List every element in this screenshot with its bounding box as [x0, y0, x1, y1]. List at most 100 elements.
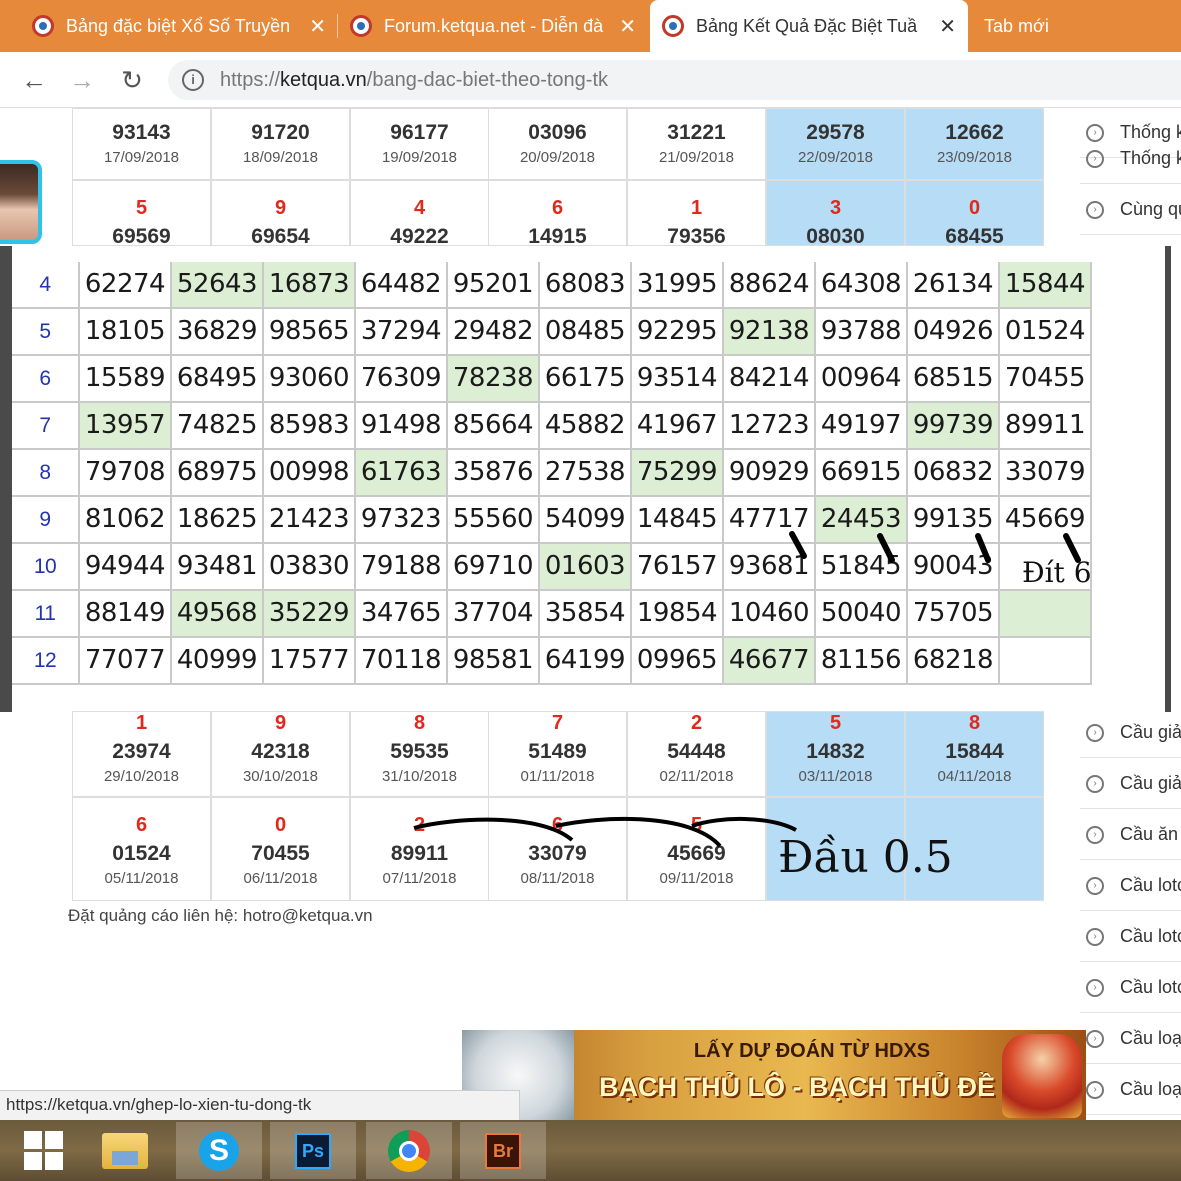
head-digit: 1	[135, 712, 148, 734]
table-cell: 40999	[172, 638, 264, 685]
sidebar-link[interactable]: › Cầu ăn 2	[1080, 810, 1181, 860]
result-cell[interactable]: 1 79356	[627, 180, 766, 248]
result-cell[interactable]: 1 23974 29/10/2018	[72, 711, 211, 797]
result-cell[interactable]: 12662 23/09/2018	[905, 108, 1044, 180]
draw-date: 03/11/2018	[798, 768, 873, 785]
sidebar-link[interactable]: › Cầu loại	[1080, 1014, 1181, 1064]
special-number: 12662	[945, 121, 1004, 144]
sidebar-link[interactable]: › Thống k	[1080, 134, 1181, 184]
table-cell: 62274	[80, 262, 172, 309]
back-arrow-icon[interactable]: ←	[16, 62, 52, 98]
result-cell[interactable]: 4 49222	[350, 180, 489, 248]
photoshop-icon: Ps	[295, 1132, 331, 1169]
table-cell: 77077	[80, 638, 172, 685]
tab-3-active[interactable]: Bảng Kết Quả Đặc Biệt Tuầ ✕	[650, 0, 968, 52]
result-cell[interactable]: 2 89911 07/11/2018	[350, 797, 489, 901]
sidebar-link[interactable]: › Cầu lotc	[1080, 963, 1181, 1013]
tab-new-title: Tab mới	[984, 15, 1049, 36]
result-cell[interactable]: 6 33079 08/11/2018	[488, 797, 627, 901]
result-cell[interactable]: 6 01524 05/11/2018	[72, 797, 211, 901]
table-cell: 68495	[172, 356, 264, 403]
result-cell[interactable]: 29578 22/09/2018	[766, 108, 905, 180]
banner-line-1: LẤY DỰ ĐOÁN TỪ HDXS	[693, 1040, 931, 1062]
special-number: 01524	[112, 842, 171, 865]
circle-arrow-icon: ›	[1086, 927, 1104, 946]
site-info-icon[interactable]: i	[182, 69, 204, 91]
special-number: 33079	[528, 842, 587, 865]
sidebar-link[interactable]: › Cầu lotc	[1080, 861, 1181, 911]
table-cell: 45882	[540, 403, 632, 450]
taskbar-explorer[interactable]	[82, 1122, 168, 1179]
taskbar-photoshop[interactable]: Ps	[270, 1122, 356, 1179]
special-number: 54448	[667, 740, 726, 763]
table-cell: 01524	[1000, 309, 1092, 356]
row-index: 10	[12, 544, 80, 591]
result-cell[interactable]: 0 68455	[905, 180, 1044, 248]
address-bar[interactable]: i https:// ketqua.vn /bang-dac-biet-theo…	[168, 60, 1181, 100]
start-button[interactable]	[0, 1122, 86, 1179]
result-cell[interactable]: 5 14832 03/11/2018	[766, 711, 905, 797]
prediction-banner[interactable]: LẤY DỰ ĐOÁN TỪ HDXS BẠCH THỦ LÔ - BẠCH T…	[462, 1030, 1086, 1120]
table-cell: 99739	[908, 403, 1000, 450]
result-cell[interactable]: 2 54448 02/11/2018	[627, 711, 766, 797]
table-cell: 15844	[1000, 262, 1092, 309]
head-digit: 6	[551, 814, 564, 836]
table-cell: 24453	[816, 497, 908, 544]
result-cell[interactable]: 9 69654	[211, 180, 350, 248]
tab-3-close-icon[interactable]: ✕	[939, 14, 956, 39]
table-row: 10 94944 93481 03830 79188 69710 01603 76157 936…	[12, 544, 1165, 591]
head-digit: 3	[829, 197, 842, 219]
draw-date: 08/11/2018	[520, 870, 595, 887]
row-index: 4	[12, 262, 80, 309]
fortune-god-icon	[1002, 1034, 1082, 1118]
table-cell: 33079	[1000, 450, 1092, 497]
table-row: 12 77077 40999 17577 70118 98581 64199 09965 466…	[12, 638, 1165, 685]
result-cell[interactable]: 96177 19/09/2018	[350, 108, 489, 180]
tab-2-close-icon[interactable]: ✕	[619, 14, 636, 39]
result-cell[interactable]: 5 69569	[72, 180, 211, 248]
tab-new[interactable]: Tab mới	[972, 0, 1172, 52]
sidebar-link[interactable]: › Cầu giải	[1080, 708, 1181, 758]
result-cell[interactable]: 31221 21/09/2018	[627, 108, 766, 180]
result-cell[interactable]: 03096 20/09/2018	[488, 108, 627, 180]
sidebar-link[interactable]: › Cầu giải	[1080, 759, 1181, 809]
reload-icon[interactable]: ↻	[114, 62, 150, 98]
xoso-favicon-icon	[32, 15, 54, 37]
draw-date: 07/11/2018	[382, 870, 457, 887]
tab-2[interactable]: Forum.ketqua.net - Diễn đà ✕	[338, 0, 648, 52]
head-digit: 5	[135, 197, 148, 219]
taskbar-skype[interactable]: S	[176, 1122, 262, 1179]
table-cell: 10460	[724, 591, 816, 638]
table-cell: 68515	[908, 356, 1000, 403]
table-cell: 00998	[264, 450, 356, 497]
head-digit: 8	[413, 712, 426, 734]
sidebar-link[interactable]: › Cầu lotc	[1080, 912, 1181, 962]
tab-1-close-icon[interactable]: ✕	[309, 14, 326, 39]
head-digit: 1	[690, 197, 703, 219]
result-cell[interactable]: 8 15844 04/11/2018	[905, 711, 1044, 797]
table-cell: 66915	[816, 450, 908, 497]
tab-1[interactable]: Bảng đặc biệt Xổ Số Truyền ✕	[20, 0, 338, 52]
circle-arrow-icon: ›	[1086, 723, 1104, 742]
result-cell[interactable]: 8 59535 31/10/2018	[350, 711, 489, 797]
result-cell[interactable]: 93143 17/09/2018	[72, 108, 211, 180]
result-cell[interactable]: 0 70455 06/11/2018	[211, 797, 350, 901]
table-cell: 75705	[908, 591, 1000, 638]
result-cell[interactable]: 7 51489 01/11/2018	[488, 711, 627, 797]
sidebar-link[interactable]: › Cầu loại	[1080, 1065, 1181, 1115]
sidebar-link-label: Thống k	[1120, 148, 1181, 168]
result-cell[interactable]: 3 08030	[766, 180, 905, 248]
result-cell[interactable]: 6 14915	[488, 180, 627, 248]
taskbar-bridge[interactable]: Br	[460, 1122, 546, 1179]
result-cell[interactable]: 91720 18/09/2018	[211, 108, 350, 180]
table-cell: 17577	[264, 638, 356, 685]
forward-arrow-icon[interactable]: →	[64, 62, 100, 98]
sidebar-link-label: Cầu loại	[1120, 1079, 1181, 1099]
sidebar-link[interactable]: › Cùng qu	[1080, 185, 1181, 235]
taskbar-chrome[interactable]	[366, 1122, 452, 1179]
result-cell[interactable]: 5 45669 09/11/2018	[627, 797, 766, 901]
sidebar-link-label: Cầu lotc	[1120, 926, 1181, 946]
circle-arrow-icon: ›	[1086, 1029, 1104, 1048]
avatar[interactable]	[0, 160, 42, 244]
result-cell[interactable]: 9 42318 30/10/2018	[211, 711, 350, 797]
